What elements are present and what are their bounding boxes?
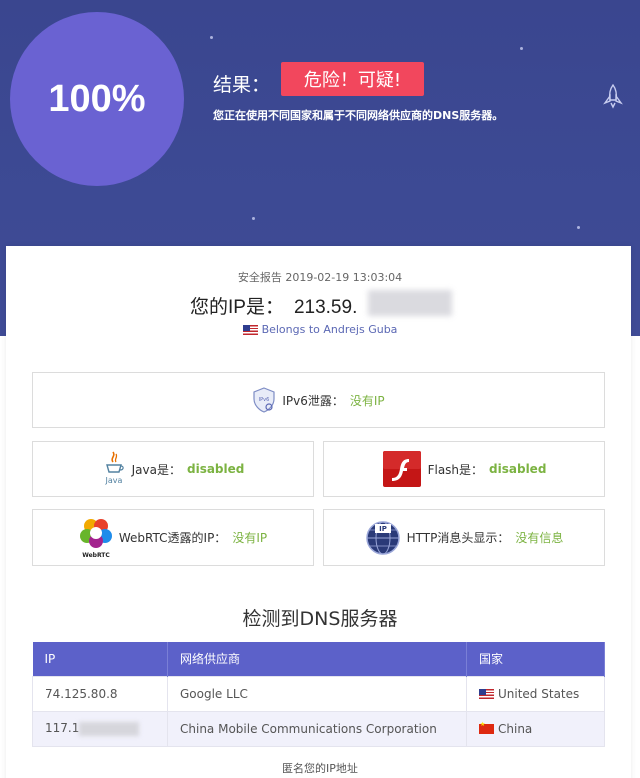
- dns-ip: 117.1: [32, 710, 168, 747]
- java-icon: Java: [102, 450, 126, 488]
- webrtc-value: 没有IP: [232, 531, 268, 545]
- ip-owner: Belongs to Andrejs Guba: [0, 323, 640, 336]
- dns-table-header: IP 网络供应商 国家: [32, 642, 605, 676]
- star-dot: [252, 217, 255, 220]
- flash-value: disabled: [489, 462, 547, 476]
- webrtc-check: WebRTC WebRTC透露的IP： 没有IP: [32, 509, 314, 566]
- ipv6-shield-icon: IPv6: [252, 387, 276, 413]
- report-time: 安全报告 2019-02-19 13:03:04: [237, 271, 403, 284]
- java-label: Java是：: [131, 462, 181, 477]
- col-isp-header: 网络供应商: [167, 642, 467, 676]
- us-flag-icon: [479, 689, 494, 699]
- result-badge: 危险！可疑!: [281, 62, 424, 96]
- webrtc-label: WebRTC透露的IP：: [118, 531, 227, 545]
- dns-ip-text: 117.1: [45, 721, 80, 736]
- dns-section-title: 检测到DNS服务器: [242, 608, 398, 630]
- flash-check: Flash是： disabled: [323, 441, 605, 497]
- dns-country-name: United States: [498, 686, 580, 701]
- svg-text:IP: IP: [379, 525, 387, 533]
- http-headers-check: IP HTTP消息头显示： 没有信息: [323, 509, 605, 566]
- star-dot: [577, 226, 580, 229]
- java-value: disabled: [186, 462, 245, 476]
- dns-country-name: China: [498, 721, 533, 736]
- ipv6-label: IPv6泄露：: [282, 393, 344, 408]
- dns-country: China: [466, 710, 605, 747]
- col-ip-header: IP: [32, 642, 168, 676]
- flash-label: Flash是：: [427, 462, 484, 477]
- anonymize-ip-link[interactable]: 匿名您的IP地址: [0, 760, 640, 776]
- table-row: 74.125.80.8 Google LLC United States: [32, 675, 605, 712]
- ipv6-value: 没有IP: [349, 393, 385, 408]
- dns-isp: Google LLC: [167, 675, 467, 712]
- result-label: 结果：: [213, 74, 271, 96]
- java-icon-text: Java: [104, 476, 122, 485]
- webrtc-icon-text: WebRTC: [82, 552, 110, 559]
- star-dot: [520, 47, 523, 50]
- us-flag-icon: [242, 325, 258, 335]
- dns-table: IP 网络供应商 国家 74.125.80.8 Google LLC Unite…: [32, 642, 605, 747]
- svg-text:IPv6: IPv6: [259, 397, 270, 403]
- table-row: 117.1 China Mobile Communications Corpor…: [32, 710, 605, 747]
- http-value: 没有信息: [515, 531, 564, 545]
- http-label: HTTP消息头显示：: [406, 531, 510, 545]
- java-check: Java Java是： disabled: [32, 441, 314, 497]
- score-value: 100%: [48, 77, 146, 120]
- flash-icon: [382, 450, 422, 488]
- ip-value: 213.59.: [293, 297, 358, 318]
- dns-isp: China Mobile Communications Corporation: [167, 710, 467, 747]
- dns-ip: 74.125.80.8: [32, 675, 168, 712]
- col-country-header: 国家: [466, 642, 605, 676]
- score-circle: 100%: [10, 12, 184, 186]
- ip-line: 您的IP是： 213.59.: [190, 292, 357, 319]
- rocket-icon: [603, 83, 623, 109]
- result-description: 您正在使用不同国家和属于不同网络供应商的DNS服务器。: [213, 109, 504, 122]
- ip-label: 您的IP是：: [190, 297, 284, 318]
- dns-country: United States: [466, 675, 605, 712]
- star-dot: [210, 36, 213, 39]
- ip-owner-text: Belongs to Andrejs Guba: [261, 323, 398, 336]
- http-globe-icon: IP: [365, 520, 401, 556]
- cn-flag-icon: [479, 721, 494, 734]
- ipv6-leak-check: IPv6 IPv6泄露： 没有IP: [32, 372, 605, 428]
- webrtc-icon: WebRTC: [79, 517, 113, 559]
- ip-redaction: [79, 721, 140, 736]
- ip-redaction: [368, 290, 452, 316]
